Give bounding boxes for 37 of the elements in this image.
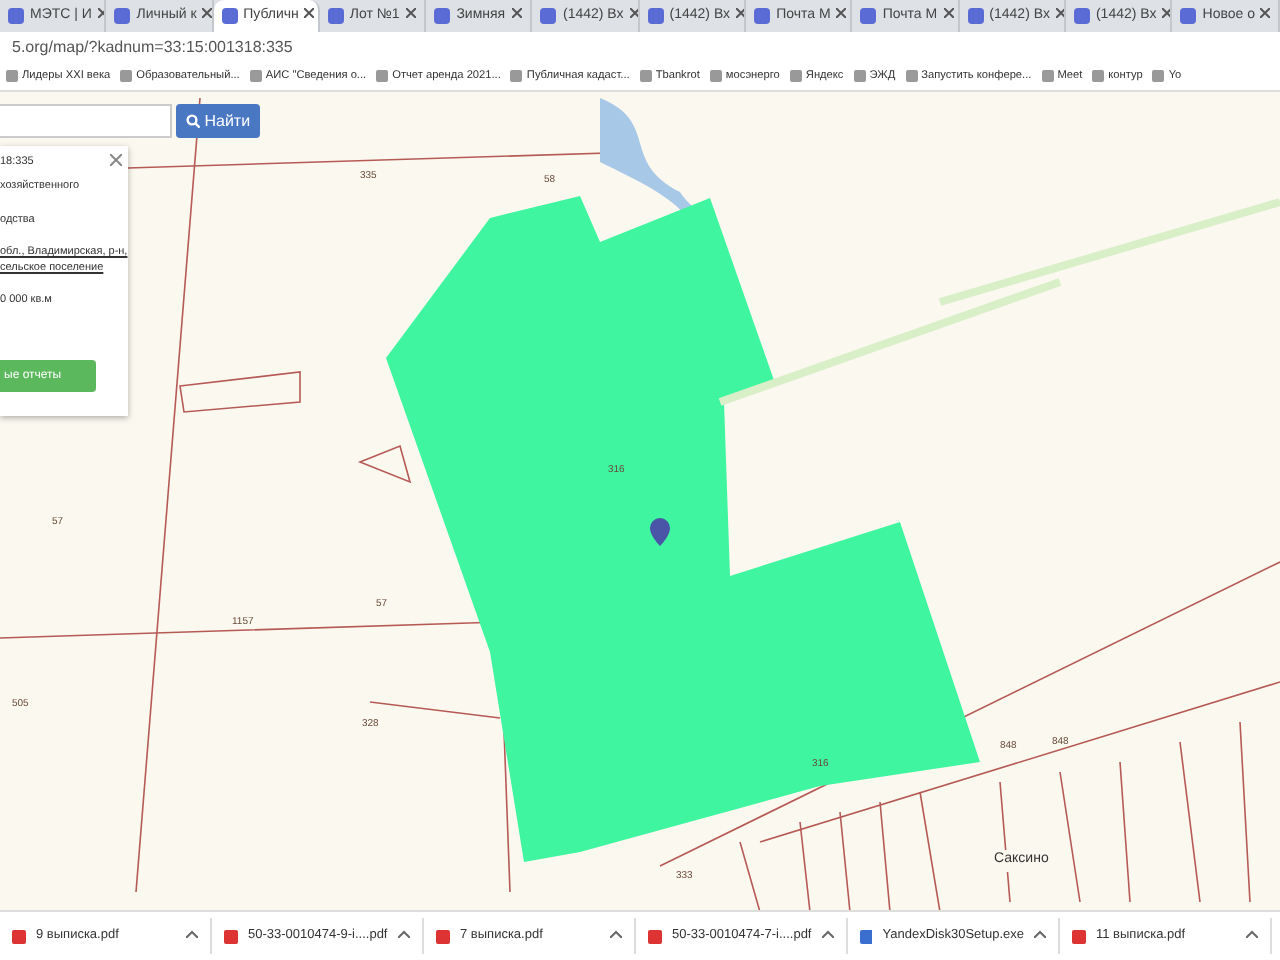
pdf-file-icon [224,929,238,943]
bookmark-favicon-icon [120,70,133,83]
bookmark-favicon-icon [1152,70,1165,83]
bookmark-favicon-icon [905,70,918,83]
tab-favicon-icon [221,8,238,24]
tab-favicon-icon [114,8,131,24]
installer-file-icon [860,929,873,943]
bookmark-favicon-icon [249,70,262,83]
bookmark-favicon-icon [1092,70,1105,83]
bookmark-favicon-icon [853,70,866,83]
tab-favicon-icon [647,8,664,24]
close-icon[interactable] [110,150,122,168]
tab-favicon-icon [1180,8,1197,24]
pdf-file-icon [1072,929,1086,943]
address-url[interactable]: 5.org/map/?kadnum=33:15:001318:335 [12,38,293,56]
search-icon [186,113,200,128]
bookmark-favicon-icon [1041,70,1054,83]
bookmark-favicon-icon [639,70,652,83]
bookmark-favicon-icon [709,70,722,83]
tab-favicon-icon [434,8,451,24]
tab-favicon-icon [860,8,877,24]
pdf-file-icon [12,929,26,943]
tab-favicon-icon [967,8,984,24]
map-pin-icon[interactable] [650,518,670,546]
search-button[interactable]: Найти [176,104,261,138]
tab-favicon-icon [1073,8,1090,24]
tab-favicon-icon [754,8,771,24]
bookmark-favicon-icon [376,70,389,83]
bookmark-favicon-icon [6,70,18,83]
tab-favicon-icon [327,8,344,24]
bookmark-favicon-icon [789,70,802,83]
tab-favicon-icon [540,8,557,24]
pdf-file-icon [436,929,450,943]
search-field[interactable] [0,104,172,138]
pdf-file-icon [648,929,662,943]
tab-favicon-icon [8,8,24,24]
bookmark-favicon-icon [510,70,523,83]
